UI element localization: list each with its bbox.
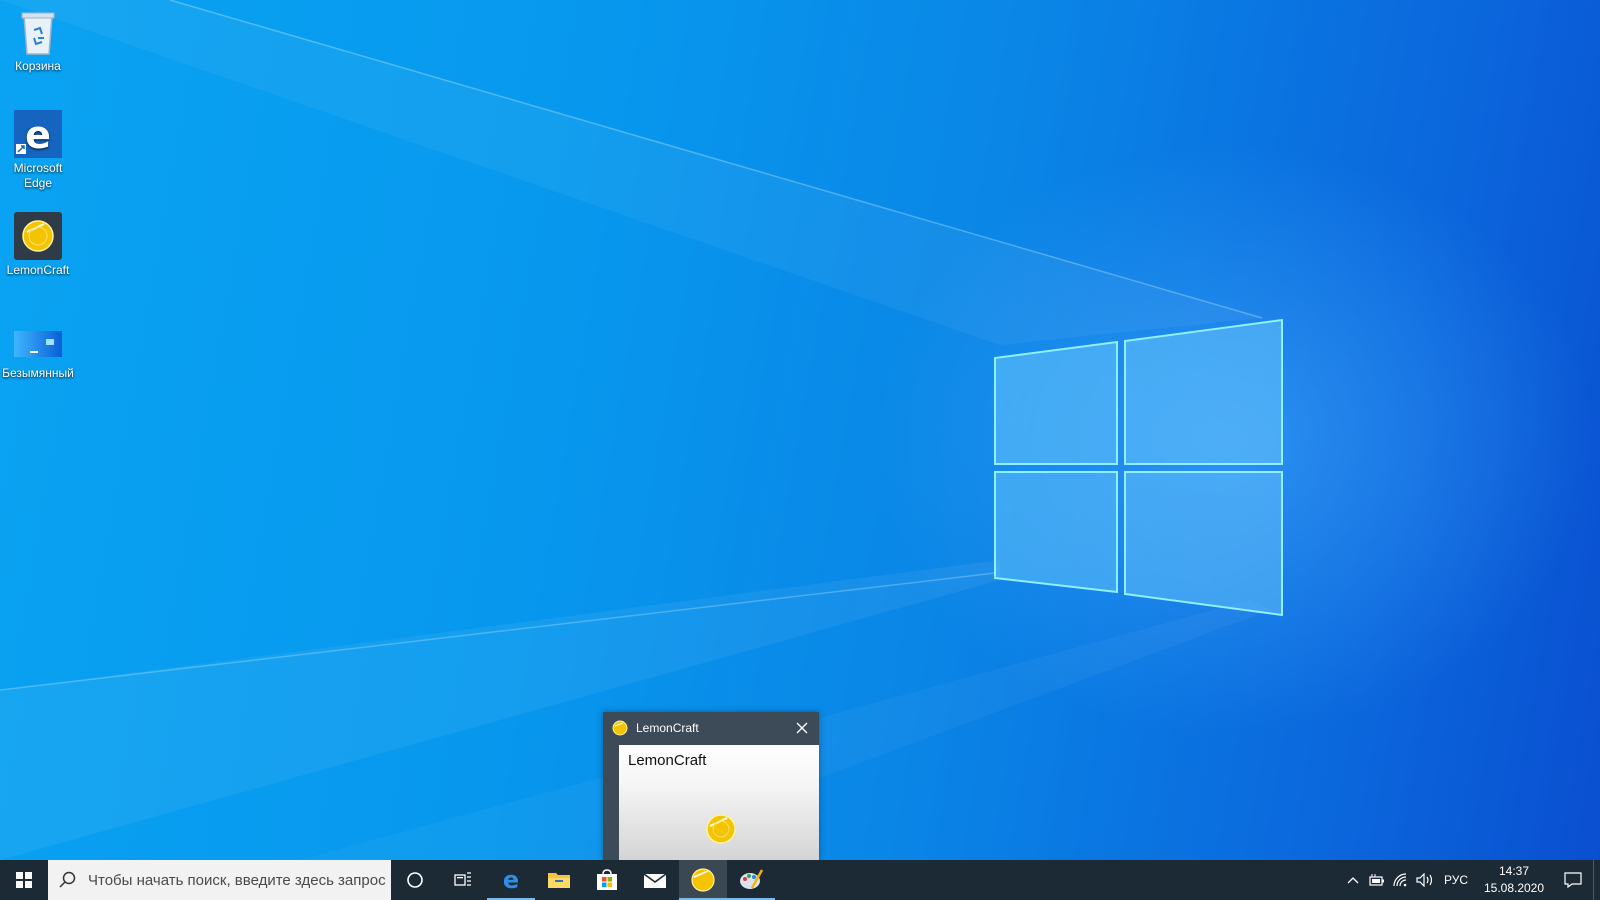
taskbar-app-paint[interactable] xyxy=(727,860,775,900)
recycle-bin-icon xyxy=(14,8,62,56)
show-hidden-icons-button[interactable] xyxy=(1341,860,1365,900)
volume-button[interactable] xyxy=(1413,860,1437,900)
clock-date: 15.08.2020 xyxy=(1483,881,1545,895)
lemon-icon xyxy=(14,212,62,260)
edge-icon: e xyxy=(14,110,62,158)
start-button[interactable] xyxy=(0,860,48,900)
clock-time: 14:37 xyxy=(1498,864,1530,878)
desktop-icon-label: Безымянный xyxy=(2,366,74,380)
folder-icon xyxy=(548,873,570,888)
close-icon xyxy=(796,722,808,734)
task-view-icon xyxy=(454,872,471,886)
taskbar-app-store[interactable] xyxy=(583,860,631,900)
show-desktop-button[interactable] xyxy=(1593,860,1600,900)
mail-icon xyxy=(643,873,667,888)
lemoncraft-window[interactable]: LemonCraft LemonCraft xyxy=(603,712,819,860)
window-title: LemonCraft xyxy=(636,721,699,735)
paint-icon xyxy=(740,869,764,889)
taskbar-app-file-explorer[interactable] xyxy=(535,860,583,900)
window-content: LemonCraft xyxy=(619,745,819,860)
app-name-label: LemonCraft xyxy=(628,752,707,769)
lemon-icon xyxy=(691,868,715,892)
input-language-indicator[interactable]: РУС xyxy=(1437,873,1475,887)
desktop-icon-label: Корзина xyxy=(15,59,61,73)
svg-text:e: e xyxy=(25,113,51,157)
clock[interactable]: 14:37 15.08.2020 xyxy=(1475,863,1553,897)
chevron-up-icon xyxy=(1347,877,1359,884)
desktop-icon-untitled-image[interactable]: Безымянный xyxy=(2,315,74,381)
desktop-icon-recycle-bin[interactable]: Корзина xyxy=(2,8,74,74)
desktop-icon-lemoncraft[interactable]: LemonCraft xyxy=(2,212,74,278)
store-icon xyxy=(597,869,617,890)
system-tray: РУС 14:37 15.08.2020 xyxy=(1341,860,1600,900)
battery-button[interactable] xyxy=(1365,860,1389,900)
windows-start-icon xyxy=(16,872,32,888)
desktop-icon-label: LemonCraft xyxy=(6,263,70,277)
taskbar-app-lemoncraft[interactable] xyxy=(679,860,727,900)
wifi-icon xyxy=(1393,873,1407,887)
task-view-button[interactable] xyxy=(439,860,487,900)
lemon-icon xyxy=(612,720,628,736)
taskbar: Чтобы начать поиск, введите здесь запрос… xyxy=(0,860,1600,900)
svg-text:e: e xyxy=(503,868,519,892)
action-center-button[interactable] xyxy=(1553,860,1593,900)
window-titlebar[interactable]: LemonCraft xyxy=(603,712,819,744)
cortana-button[interactable] xyxy=(391,860,439,900)
taskbar-app-mail[interactable] xyxy=(631,860,679,900)
lemon-icon xyxy=(705,813,737,850)
search-placeholder: Чтобы начать поиск, введите здесь запрос xyxy=(88,871,386,889)
taskbar-app-edge[interactable]: e xyxy=(487,860,535,900)
speaker-icon xyxy=(1416,873,1433,887)
image-file-icon xyxy=(14,315,62,363)
edge-icon: e xyxy=(503,868,519,892)
network-button[interactable] xyxy=(1389,860,1413,900)
cortana-icon xyxy=(407,872,423,888)
search-icon xyxy=(48,871,88,889)
desktop-icon-label: Microsoft Edge xyxy=(13,161,63,190)
close-button[interactable] xyxy=(785,712,819,744)
notification-icon xyxy=(1564,872,1582,888)
battery-icon xyxy=(1369,874,1384,886)
search-box[interactable]: Чтобы начать поиск, введите здесь запрос xyxy=(48,860,391,900)
desktop-icon-edge[interactable]: e Microsoft Edge xyxy=(2,110,74,191)
